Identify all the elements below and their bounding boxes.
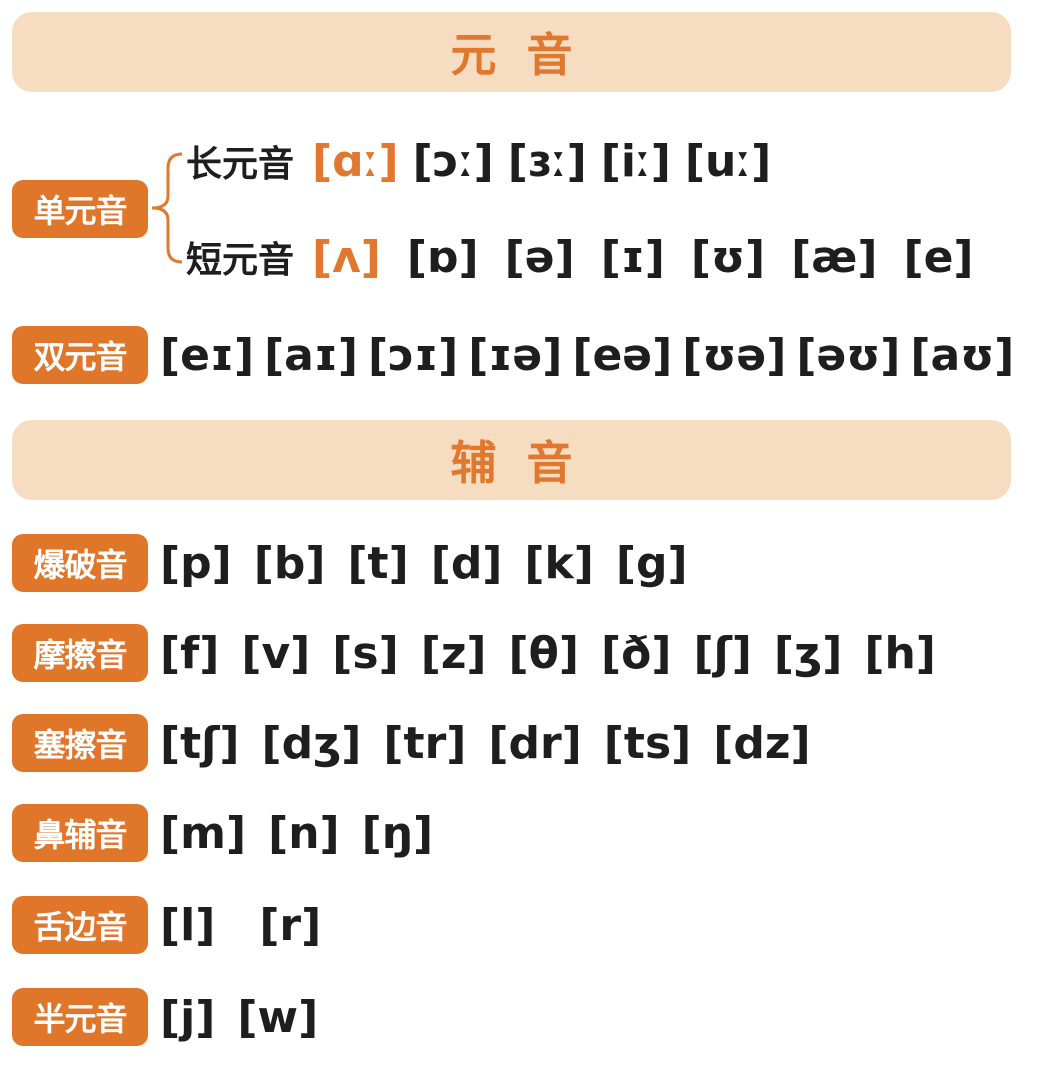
monophthong-row: 单元音	[12, 176, 148, 242]
short-vowel-symbol: [e]	[903, 231, 974, 283]
diphthong-symbol: [eɪ]	[160, 329, 255, 381]
vowels-title: 元音	[450, 28, 603, 82]
consonant-symbol: [k]	[524, 537, 594, 589]
consonant-group-badge: 爆破音	[12, 534, 148, 592]
consonant-symbol: [w]	[237, 991, 319, 1043]
consonant-symbol: [ts]	[603, 717, 692, 769]
consonant-symbol: [h]	[864, 627, 936, 679]
consonants-title: 辅音	[450, 436, 603, 490]
diphthong-symbol: [əʊ]	[796, 329, 901, 381]
consonant-symbols: [j] [w]	[160, 992, 340, 1043]
long-vowel-symbol: [ɑː]	[312, 135, 399, 187]
consonant-symbol: [t]	[347, 537, 409, 589]
consonant-symbol: [j]	[160, 991, 216, 1043]
long-vowels-label: 长元音	[186, 144, 295, 185]
consonant-symbol: [n]	[268, 807, 340, 859]
consonant-symbol: [θ]	[508, 627, 579, 679]
consonant-group-badge: 半元音	[12, 988, 148, 1046]
consonant-symbol: [ŋ]	[361, 807, 434, 859]
diphthong-symbol: [aɪ]	[264, 329, 358, 381]
consonant-group-row: 塞擦音 [tʃ] [dʒ] [tr] [dr] [ts] [dz]	[12, 710, 833, 776]
consonant-group-badge: 摩擦音	[12, 624, 148, 682]
consonant-symbols: [f] [v] [s] [z] [θ] [ð] [ʃ] [ʒ] [h]	[160, 628, 958, 679]
consonant-symbol: [ð]	[600, 627, 672, 679]
diphthong-symbol: [ɔɪ]	[367, 329, 459, 381]
monophthong-badge: 单元音	[12, 180, 148, 238]
short-vowel-symbol: [ɒ]	[406, 231, 479, 283]
consonants-banner: 辅音	[12, 420, 1011, 500]
consonant-symbol: [g]	[615, 537, 688, 589]
short-vowel-symbol: [ʌ]	[312, 231, 381, 283]
consonant-symbol: [dz]	[713, 717, 811, 769]
short-vowel-symbol: [ɪ]	[600, 231, 665, 283]
consonant-group-row: 舌边音 [l] [r]	[12, 892, 365, 958]
consonant-symbols: [l] [r]	[160, 900, 365, 951]
consonant-symbol: [tr]	[383, 717, 467, 769]
consonant-group-row: 爆破音 [p] [b] [t] [d] [k] [g]	[12, 530, 710, 596]
short-vowels-label: 短元音	[186, 240, 295, 281]
consonant-group-badge: 鼻辅音	[12, 804, 148, 862]
diphthong-symbol: [eə]	[572, 329, 673, 381]
consonant-symbol: [z]	[420, 627, 487, 679]
consonant-symbol: [v]	[241, 627, 311, 679]
long-vowel-symbol: [uː]	[684, 135, 772, 187]
consonant-symbols: [tʃ] [dʒ] [tr] [dr] [ts] [dz]	[160, 718, 833, 769]
long-vowel-symbol: [iː]	[600, 135, 671, 187]
consonant-group-badge: 塞擦音	[12, 714, 148, 772]
diphthong-badge: 双元音	[12, 326, 148, 384]
short-vowel-symbol: [æ]	[791, 231, 878, 283]
consonant-symbol: [r]	[259, 899, 322, 951]
vowels-banner: 元音	[12, 12, 1011, 92]
long-vowels-row: 长元音 [ɑː] [ɔː] [ɜː] [iː] [uː]	[186, 128, 785, 194]
consonant-symbol: [d]	[430, 537, 503, 589]
consonant-symbol: [p]	[160, 537, 232, 589]
consonant-group-badge: 舌边音	[12, 896, 148, 954]
brace-icon	[151, 152, 183, 264]
diphthong-symbol: [aʊ]	[910, 329, 1015, 381]
short-vowel-symbol: [ʊ]	[690, 231, 766, 283]
long-vowels-symbols: [ɑː] [ɔː] [ɜː] [iː] [uː]	[312, 136, 785, 187]
consonant-symbol: [dr]	[488, 717, 582, 769]
consonant-group-row: 摩擦音 [f] [v] [s] [z] [θ] [ð] [ʃ] [ʒ] [h]	[12, 620, 958, 686]
diphthong-row: 双元音 [eɪ] [aɪ] [ɔɪ] [ɪə] [eə] [ʊə] [əʊ] [aʊ]	[12, 322, 1024, 388]
long-vowel-symbol: [ɔː]	[412, 135, 494, 187]
consonant-symbol: [ʒ]	[773, 627, 843, 679]
diphthong-symbols: [eɪ] [aɪ] [ɔɪ] [ɪə] [eə] [ʊə] [əʊ] [aʊ]	[160, 330, 1024, 381]
consonant-symbol: [l]	[160, 899, 216, 951]
consonant-group-row: 鼻辅音 [m] [n] [ŋ]	[12, 800, 455, 866]
consonant-symbol: [f]	[160, 627, 220, 679]
consonant-symbol: [s]	[332, 627, 399, 679]
short-vowel-symbol: [ə]	[504, 231, 575, 283]
consonant-symbol: [dʒ]	[261, 717, 362, 769]
diphthong-symbol: [ɪə]	[468, 329, 563, 381]
diphthong-symbol: [ʊə]	[682, 329, 787, 381]
long-vowel-symbol: [ɜː]	[507, 135, 587, 187]
consonant-symbol: [m]	[160, 807, 247, 859]
consonant-symbol: [tʃ]	[160, 717, 240, 769]
short-vowels-symbols: [ʌ] [ɒ] [ə] [ɪ] [ʊ] [æ] [e]	[312, 232, 1000, 283]
consonant-symbols: [m] [n] [ŋ]	[160, 808, 455, 859]
short-vowels-row: 短元音 [ʌ] [ɒ] [ə] [ɪ] [ʊ] [æ] [e]	[186, 224, 1000, 290]
consonant-symbol: [ʃ]	[693, 627, 752, 679]
consonant-symbols: [p] [b] [t] [d] [k] [g]	[160, 538, 710, 589]
consonant-symbol: [b]	[253, 537, 326, 589]
consonant-group-row: 半元音 [j] [w]	[12, 984, 340, 1050]
